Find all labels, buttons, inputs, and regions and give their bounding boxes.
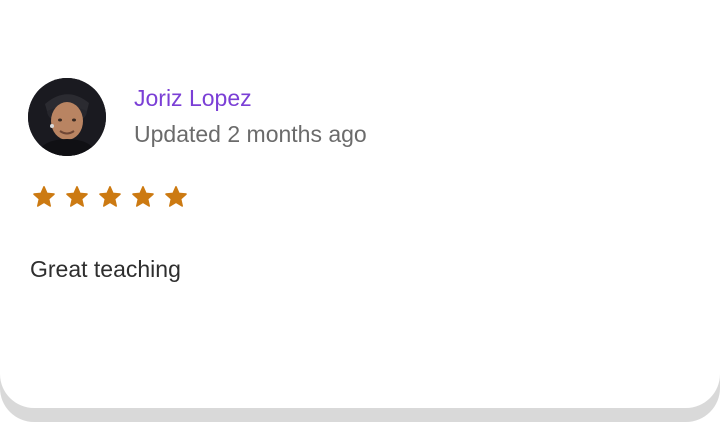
star-rating (32, 185, 188, 209)
star-icon (66, 186, 88, 207)
review-timestamp: Updated 2 months ago (134, 121, 367, 147)
review-item: Joriz Lopez Updated 2 months ago Great t… (0, 0, 720, 408)
review-screen: Joriz Lopez Updated 2 months ago Great t… (0, 0, 720, 422)
reviewer-name-link[interactable]: Joriz Lopez (134, 84, 252, 112)
avatar-photo-icon (28, 78, 106, 156)
star-icon (165, 186, 187, 207)
star-icon (33, 186, 55, 207)
star-icon (132, 186, 154, 207)
star-icon (99, 186, 121, 207)
review-body: Great teaching (30, 256, 181, 282)
avatar[interactable] (28, 78, 106, 156)
